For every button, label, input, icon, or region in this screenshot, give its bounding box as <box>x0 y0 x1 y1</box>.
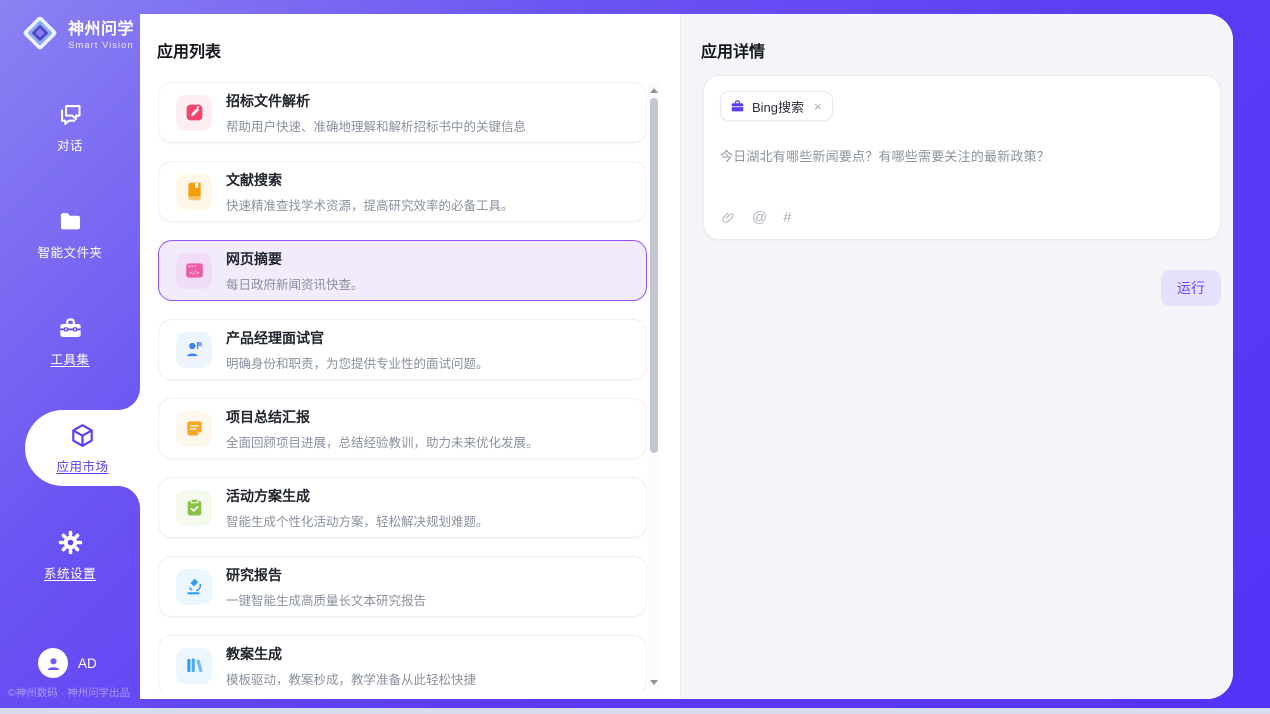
app-card-desc: 一键智能生成高质量长文本研究报告 <box>226 590 426 609</box>
app-card-desc: 帮助用户快速、准确地理解和解析招标书中的关键信息 <box>226 116 526 135</box>
app-card-desc: 快速精准查找学术资源，提高研究效率的必备工具。 <box>226 195 514 214</box>
sidebar-item-chat[interactable]: 对话 <box>0 89 140 165</box>
main-content: 应用列表 招标文件解析 帮助用户快速、准确地理解和解析招标书中的关键信息 文献搜… <box>140 14 1233 699</box>
prompt-text[interactable]: 今日湖北有哪些新闻要点？有哪些需要关注的最新政策？ <box>720 146 1204 165</box>
svg-text:</>: </> <box>189 271 200 277</box>
app-card-title: 研究报告 <box>226 565 426 585</box>
app-card-desc: 智能生成个性化活动方案，轻松解决规划难题。 <box>226 511 489 530</box>
sidebar-item-toolbox[interactable]: 工具集 <box>0 303 140 379</box>
app-card-title: 文献搜索 <box>226 170 514 190</box>
sidebar-item-cube[interactable]: 应用市场 <box>25 410 140 486</box>
note-icon <box>176 411 212 447</box>
tool-tag-bing[interactable]: Bing搜索 × <box>720 91 833 121</box>
hash-icon[interactable]: # <box>783 209 791 226</box>
brand-subtitle: Smart Vision <box>68 40 134 51</box>
sidebar-item-label: 智能文件夹 <box>37 242 102 261</box>
app-card[interactable]: 活动方案生成 智能生成个性化活动方案，轻松解决规划难题。 <box>158 477 647 538</box>
sidebar-item-folder[interactable]: 智能文件夹 <box>0 196 140 272</box>
clipboard-check-icon <box>176 490 212 526</box>
close-icon[interactable]: × <box>814 99 822 114</box>
prompt-card: Bing搜索 × 今日湖北有哪些新闻要点？有哪些需要关注的最新政策？ @# <box>703 75 1221 240</box>
books-icon <box>176 648 212 684</box>
chat-icon <box>57 101 84 128</box>
scroll-down-arrow-icon[interactable] <box>648 676 659 688</box>
book-icon <box>176 174 212 210</box>
app-card[interactable]: 项目总结汇报 全面回顾项目进展，总结经验教训，助力未来优化发展。 <box>158 398 647 459</box>
sidebar-item-gear[interactable]: 系统设置 <box>0 517 140 593</box>
app-card[interactable]: 教案生成 模板驱动，教案秒成，教学准备从此轻松快捷 <box>158 635 647 693</box>
user-initials: AD <box>78 656 97 671</box>
app-card-title: 招标文件解析 <box>226 91 526 111</box>
folder-icon <box>57 208 84 235</box>
app-card-desc: 全面回顾项目进展，总结经验教训，助力未来优化发展。 <box>226 432 539 451</box>
brand-logo: 神州问学 Smart Vision <box>0 0 140 53</box>
app-card-desc: 每日政府新闻资讯快查。 <box>226 274 364 293</box>
paperclip-icon[interactable] <box>721 210 736 226</box>
app-card-desc: 明确身份和职责，为您提供专业性的面试问题。 <box>226 353 489 372</box>
tool-tag-label: Bing搜索 <box>752 97 804 116</box>
run-button[interactable]: 运行 <box>1161 270 1221 306</box>
app-card-title: 产品经理面试官 <box>226 328 489 348</box>
app-card-desc: 模板驱动，教案秒成，教学准备从此轻松快捷 <box>226 669 476 688</box>
scrollbar[interactable] <box>648 83 659 689</box>
attachment-toolbar: @# <box>721 209 792 226</box>
sidebar-item-label: 系统设置 <box>44 563 96 582</box>
sidebar-item-label: 应用市场 <box>56 456 108 475</box>
app-card[interactable]: 招标文件解析 帮助用户快速、准确地理解和解析招标书中的关键信息 <box>158 82 647 143</box>
scroll-up-arrow-icon[interactable] <box>648 84 659 96</box>
toolbox-icon <box>57 315 84 342</box>
briefcase-icon <box>730 99 745 114</box>
app-card-title: 网页摘要 <box>226 249 364 269</box>
brand-text: 神州问学 Smart Vision <box>68 15 134 51</box>
user-avatar-icon <box>38 648 68 678</box>
sidebar-item-label: 对话 <box>57 135 83 154</box>
interviewer-icon <box>176 332 212 368</box>
copyright-text: ©神州数码 · 神州问学出品 <box>8 685 130 700</box>
app-card[interactable]: 产品经理面试官 明确身份和职责，为您提供专业性的面试问题。 <box>158 319 647 380</box>
research-icon <box>176 569 212 605</box>
sidebar-item-label: 工具集 <box>50 349 89 368</box>
app-card-title: 活动方案生成 <box>226 486 489 506</box>
app-card[interactable]: 文献搜索 快速精准查找学术资源，提高研究效率的必备工具。 <box>158 161 647 222</box>
scrollbar-thumb[interactable] <box>650 98 658 453</box>
brand-logo-icon <box>20 13 60 53</box>
gear-icon <box>57 529 84 556</box>
app-list-title: 应用列表 <box>157 38 680 62</box>
brand-name: 神州问学 <box>68 15 134 39</box>
app-card[interactable]: 研究报告 一键智能生成高质量长文本研究报告 <box>158 556 647 617</box>
browser-code-icon: </> <box>176 253 212 289</box>
user-profile[interactable]: AD <box>38 648 97 678</box>
sidebar: 神州问学 Smart Vision 对话 智能文件夹 工具集 应用市场 系统设置… <box>0 0 140 708</box>
edit-document-icon <box>176 95 212 131</box>
cube-icon <box>69 422 96 449</box>
app-card-title: 教案生成 <box>226 644 476 664</box>
app-card-title: 项目总结汇报 <box>226 407 539 427</box>
app-detail-panel: 应用详情 Bing搜索 × 今日湖北有哪些新闻要点？有哪些需要关注的最新政策？ … <box>680 14 1233 699</box>
app-detail-title: 应用详情 <box>701 38 1233 62</box>
app-card[interactable]: </> 网页摘要 每日政府新闻资讯快查。 <box>158 240 647 301</box>
mention-icon[interactable]: @ <box>752 209 767 226</box>
app-list: 招标文件解析 帮助用户快速、准确地理解和解析招标书中的关键信息 文献搜索 快速精… <box>158 82 647 693</box>
app-list-panel: 应用列表 招标文件解析 帮助用户快速、准确地理解和解析招标书中的关键信息 文献搜… <box>140 14 680 699</box>
sidebar-nav: 对话 智能文件夹 工具集 应用市场 系统设置 <box>0 89 140 624</box>
